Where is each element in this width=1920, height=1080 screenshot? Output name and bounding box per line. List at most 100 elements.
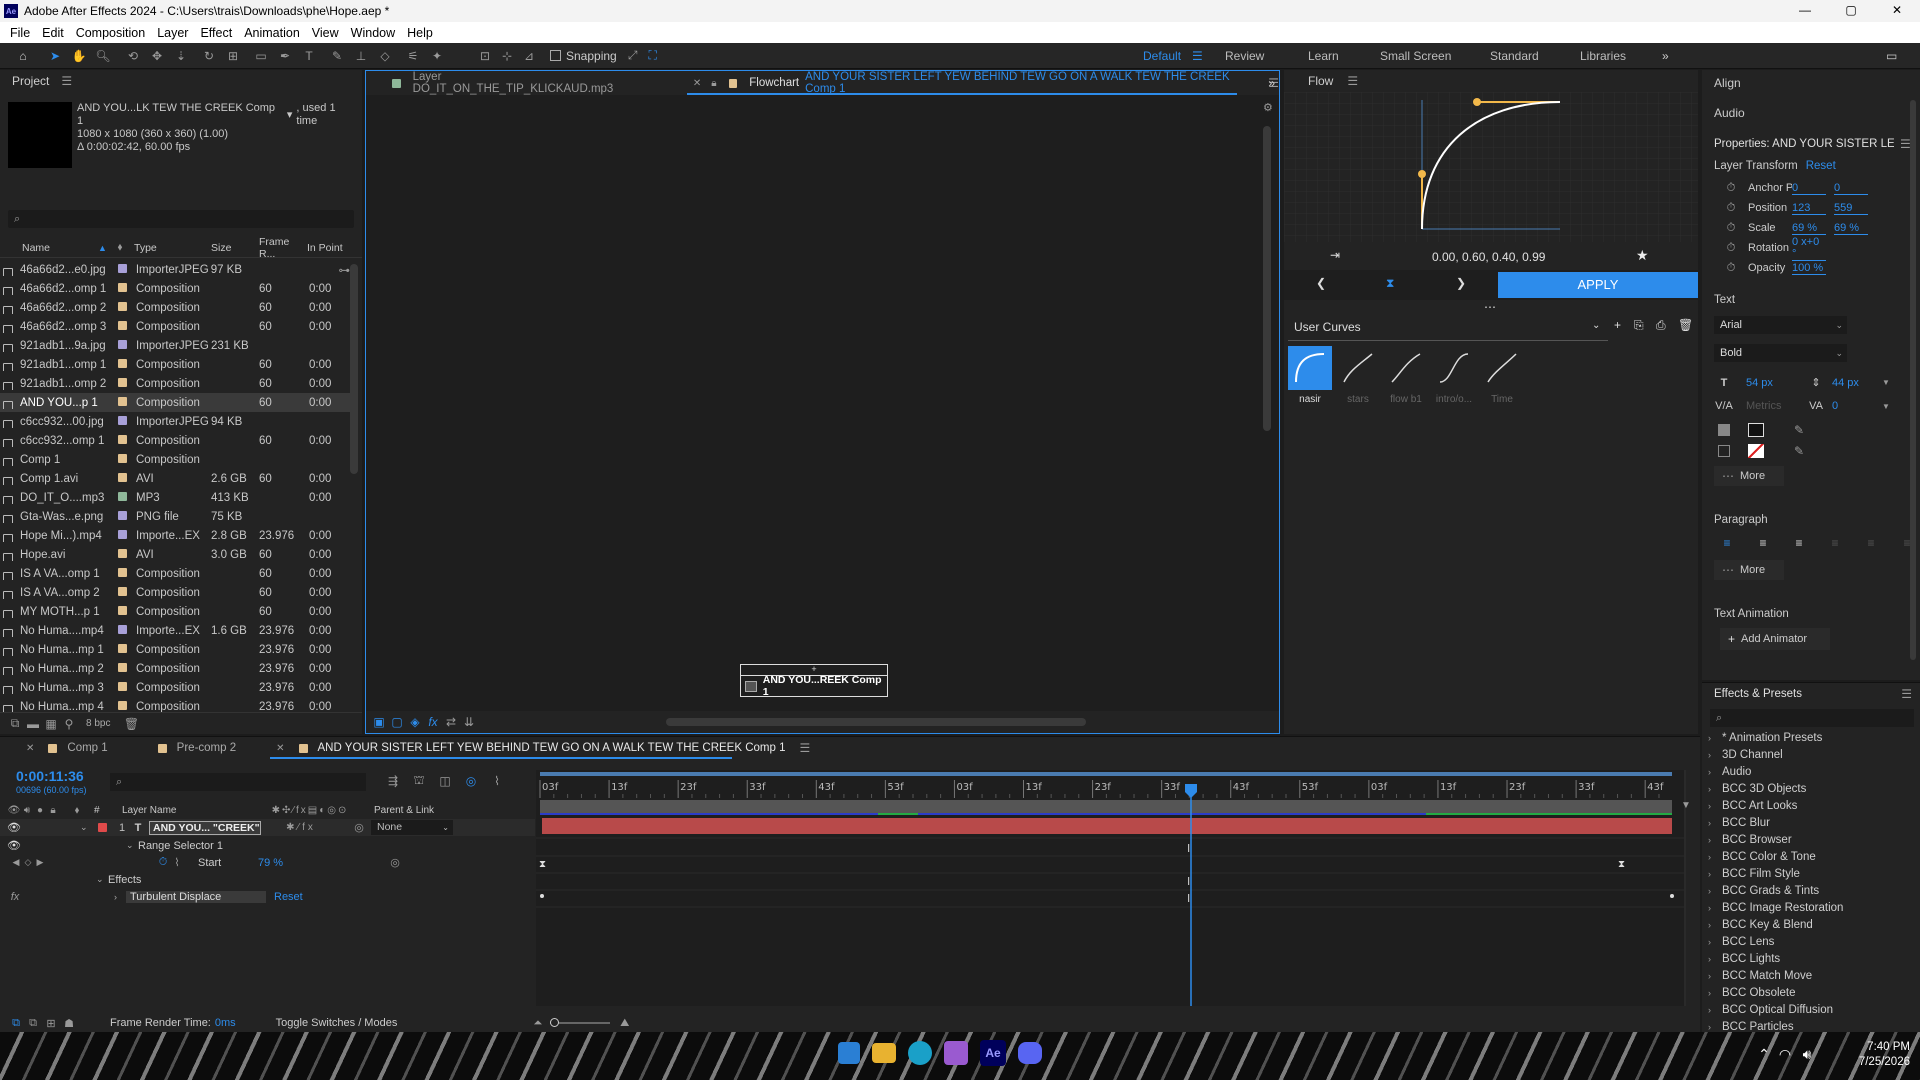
orbit-tool-icon[interactable]: ⟲ — [124, 49, 142, 63]
hand-tool-icon[interactable]: ✋ — [70, 49, 88, 63]
transform-reset-link[interactable]: Reset — [1806, 160, 1836, 172]
new-comp-icon[interactable]: ▦ — [42, 717, 60, 731]
search-help-icon[interactable]: ▭ — [1886, 49, 1897, 63]
range-visibility-icon[interactable]: 👁︎ — [7, 839, 21, 852]
workspace-libraries[interactable]: Libraries — [1580, 49, 1626, 63]
transform-value-1[interactable]: 0 x+0 ° — [1792, 236, 1826, 261]
project-item[interactable]: Comp 1 Composition — [0, 450, 350, 469]
project-item-label[interactable] — [118, 472, 136, 485]
stopwatch-icon[interactable]: ⏱︎ — [1724, 182, 1738, 195]
bpc-button[interactable]: 8 bpc — [86, 718, 110, 729]
range-expand-chevron[interactable]: ⌄ — [126, 840, 138, 851]
minimize-button[interactable]: — — [1782, 0, 1828, 22]
prev-keyframe-icon[interactable]: ◀ — [10, 857, 22, 868]
project-item-label[interactable] — [118, 586, 136, 599]
volume-icon[interactable]: 🔊︎ — [1796, 1046, 1818, 1063]
zoom-slider[interactable] — [550, 1018, 611, 1027]
project-item[interactable]: 46a66d2...e0.jpg ImporterJPEG 97 KB ⊶ — [0, 260, 350, 279]
clone-stamp-tool-icon[interactable]: ⊥ — [352, 49, 370, 63]
tracking-dropdown-icon[interactable]: ▼ — [1882, 402, 1890, 411]
stopwatch-icon[interactable]: ⏱︎ — [156, 856, 170, 869]
favorite-star-icon[interactable]: ★ — [1636, 247, 1649, 264]
project-item-label[interactable] — [118, 681, 136, 694]
ease-in-icon[interactable]: ❮ — [1316, 276, 1326, 290]
project-item[interactable]: Hope Mi...).mp4 Importe...EX 2.8 GB 23.9… — [0, 526, 350, 545]
axis-world-icon[interactable]: ⊹ — [498, 49, 516, 63]
workspace-review[interactable]: Review — [1225, 49, 1264, 63]
project-item[interactable]: DO_IT_O....mp3 MP3 413 KB 0:00 — [0, 488, 350, 507]
tray-chevron-icon[interactable]: ⌃ — [1754, 1046, 1774, 1063]
effects-expand-chevron[interactable]: ⌄ — [96, 874, 108, 885]
panel-overflow-icon[interactable]: » — [1268, 76, 1275, 90]
project-scrollbar[interactable] — [350, 264, 358, 474]
start-windows-icon[interactable] — [838, 1042, 860, 1064]
axis-local-icon[interactable]: ⊡ — [476, 49, 494, 63]
project-item-label[interactable] — [118, 700, 136, 713]
project-item-label[interactable] — [117, 263, 136, 276]
brush-tool-icon[interactable]: ✎ — [328, 49, 346, 63]
stroke-eyedropper-icon[interactable]: ✎ — [1794, 444, 1804, 458]
justify-all-icon[interactable]: ≡ — [1894, 536, 1920, 550]
project-item-label[interactable] — [118, 282, 136, 295]
close-tab-icon[interactable]: ✕ — [26, 743, 34, 754]
effects-category[interactable]: › 3D Channel — [1702, 746, 1920, 763]
project-item[interactable]: Comp 1.avi AVI 2.6 GB 60 0:00 — [0, 469, 350, 488]
rectangle-tool-icon[interactable]: ▭ — [252, 49, 270, 63]
project-item[interactable]: Hope.avi AVI 3.0 GB 60 0:00 — [0, 545, 350, 564]
flow-sort-icon[interactable]: ⇊ — [460, 715, 478, 729]
effects-category[interactable]: › * Animation Presets — [1702, 729, 1920, 746]
project-item-label[interactable] — [118, 662, 136, 675]
curve-preset-time[interactable]: Time — [1478, 346, 1526, 405]
project-item[interactable]: AND YOU...p 1 Composition 60 0:00 — [0, 393, 350, 412]
ease-out-icon[interactable]: ❯ — [1456, 276, 1466, 290]
project-item-label[interactable] — [118, 605, 136, 618]
layer-label-swatch[interactable] — [98, 823, 107, 832]
stopwatch-icon[interactable]: ⏱︎ — [1724, 242, 1738, 255]
paragraph-more-button[interactable]: More — [1740, 564, 1765, 576]
lock-toggle-icon[interactable]: 🔒︎ — [46, 805, 60, 816]
properties-scrollbar[interactable] — [1910, 100, 1916, 660]
effects-category[interactable]: › BCC Obsolete — [1702, 984, 1920, 1001]
effects-category[interactable]: › BCC Lights — [1702, 950, 1920, 967]
project-tab[interactable]: Project — [12, 74, 49, 88]
project-item-label[interactable] — [118, 643, 136, 656]
current-timecode[interactable]: 0:00:11:36 — [16, 768, 84, 784]
effect-expand-chevron[interactable]: › — [114, 892, 126, 902]
expression-pickwhip-icon[interactable]: ◎ — [388, 856, 402, 869]
project-item[interactable]: MY MOTH...p 1 Composition 60 0:00 — [0, 602, 350, 621]
workspace-standard[interactable]: Standard — [1490, 49, 1539, 63]
audio-tab[interactable]: Audio — [1714, 106, 1745, 120]
user-curves-dropdown-icon[interactable]: ⌄ — [1592, 320, 1600, 331]
layer-visibility-icon[interactable]: 👁︎ — [7, 821, 21, 834]
layer-name-header[interactable]: Layer Name — [122, 805, 254, 816]
effects-category[interactable]: › BCC Image Restoration — [1702, 899, 1920, 916]
start-value[interactable]: 79 % — [258, 857, 388, 869]
toggle-switches-modes[interactable]: Toggle Switches / Modes — [276, 1017, 398, 1029]
menu-animation[interactable]: Animation — [244, 26, 300, 40]
comp-mini-flowchart-icon[interactable]: ⇶ — [380, 774, 406, 788]
flow-layout-icon[interactable]: ⇄ — [442, 715, 460, 729]
render-toggle-icon[interactable]: ⧉ — [8, 1017, 24, 1030]
flowchart-node[interactable]: + AND YOU...REEK Comp 1 — [740, 664, 888, 698]
project-item-label[interactable] — [118, 453, 136, 466]
import-curve-icon[interactable]: ⇥ — [1330, 248, 1340, 262]
project-item[interactable]: No Huma...mp 1 Composition 23.976 0:00 — [0, 640, 350, 659]
col-name[interactable]: Name — [0, 242, 95, 254]
effects-category[interactable]: › BCC Film Style — [1702, 865, 1920, 882]
project-item-label[interactable] — [118, 415, 136, 428]
shy-layers-icon[interactable]: ◫ — [432, 774, 458, 788]
close-button[interactable]: ✕ — [1874, 0, 1920, 22]
project-item[interactable]: 921adb1...9a.jpg ImporterJPEG 231 KB — [0, 336, 350, 355]
project-item-label[interactable] — [118, 548, 136, 561]
import-curves-icon[interactable]: ⎘ — [1634, 318, 1644, 333]
workspace-default[interactable]: Default — [1143, 49, 1181, 63]
add-animator-button[interactable]: Add Animator — [1741, 633, 1807, 645]
transform-value-1[interactable]: 69 % — [1792, 222, 1826, 235]
discord-icon[interactable] — [1018, 1042, 1042, 1064]
layer-row[interactable]: 👁︎ ⌄ 1 T AND YOU... "CREEK" ✱⁄fx ◎ None ⌄ — [0, 819, 535, 836]
eraser-tool-icon[interactable]: ◇ — [376, 49, 394, 63]
graph-editor-icon[interactable]: ⌇ — [484, 774, 510, 788]
curve-preset-intro[interactable]: intro/o... — [1430, 346, 1478, 405]
effects-search-input[interactable]: ⌕ — [1710, 709, 1914, 727]
transform-value-1[interactable]: 0 — [1792, 182, 1826, 195]
